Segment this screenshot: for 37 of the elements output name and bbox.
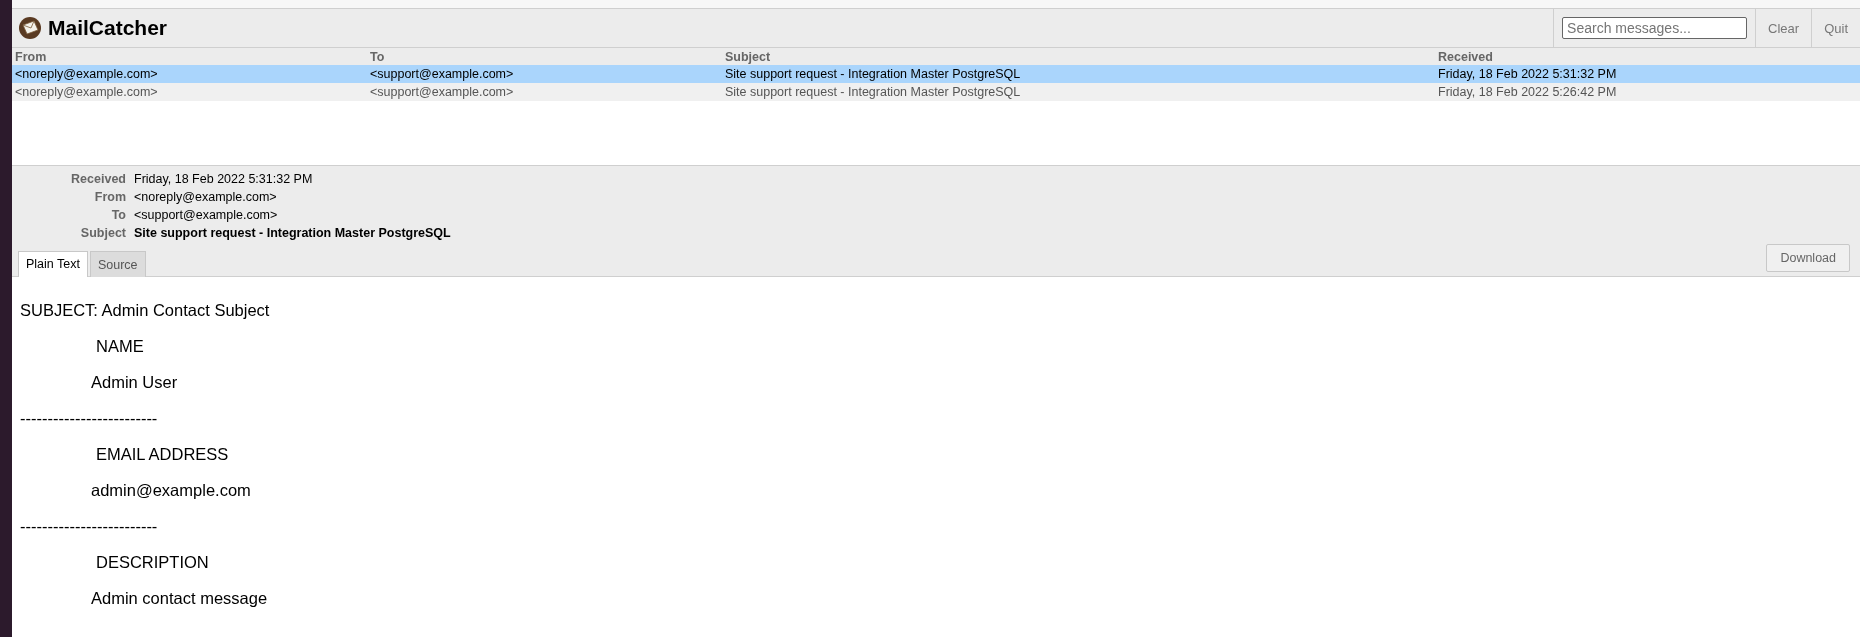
column-header[interactable]: To: [367, 49, 722, 64]
table-cell-text: Friday, 18 Feb 2022 5:26:42 PM: [1437, 85, 1617, 99]
download-button[interactable]: Download: [1766, 244, 1850, 272]
message-text: EMAIL ADDRESS: [96, 445, 229, 463]
table-cell-text: Site support request - Integration Master PostgreSQL: [724, 85, 1022, 99]
field-value: Friday, 18 Feb 2022 5:31:32 PM: [134, 172, 314, 186]
column-header[interactable]: Received: [1435, 49, 1493, 64]
message-text: Admin contact message: [91, 589, 268, 607]
envelope-logo-icon: [18, 16, 42, 40]
field-label: Subject: [79, 226, 126, 240]
tab[interactable]: Source: [89, 251, 146, 277]
tab[interactable]: Plain Text: [18, 251, 88, 277]
field-value: <support@example.com>: [134, 208, 279, 222]
message-text: DESCRIPTION: [96, 553, 209, 571]
table-cell-text: <noreply@example.com>: [14, 85, 159, 99]
message-text: NAME: [96, 337, 144, 355]
app-title: MailCatcher: [48, 16, 168, 40]
field-value: Site support request - Integration Master PostgreSQL: [134, 226, 452, 240]
table-cell-text: <support@example.com>: [369, 67, 515, 81]
message-row[interactable]: <noreply@example.com> <support@example.com> Site support request - Integration Master PostgreSQL Friday, 18 Feb 2022 5:26:42 PM: [12, 83, 1860, 101]
column-header[interactable]: From: [12, 49, 367, 64]
field-label: From: [93, 190, 126, 204]
field-label: Received: [70, 172, 126, 186]
message-row[interactable]: <noreply@example.com> <support@example.com> Site support request - Integration Master PostgreSQL Friday, 18 Feb 2022 5:31:32 PM: [12, 65, 1860, 83]
message-text: -------------------------: [20, 409, 158, 427]
table-cell-text: Site support request - Integration Master PostgreSQL: [724, 67, 1022, 81]
column-header[interactable]: Subject: [722, 49, 1435, 64]
field-label: To: [110, 208, 126, 222]
message-text: -------------------------: [20, 517, 158, 535]
message-text: admin@example.com: [91, 481, 251, 499]
table-cell-text: <noreply@example.com>: [14, 67, 159, 81]
message-text: Admin User: [91, 373, 178, 391]
message-text: SUBJECT: Admin Contact Subject: [20, 301, 270, 319]
field-value: <noreply@example.com>: [134, 190, 278, 204]
table-cell-text: Friday, 18 Feb 2022 5:31:32 PM: [1437, 67, 1617, 81]
table-cell-text: <support@example.com>: [369, 85, 515, 99]
search-field[interactable]: Search messages...: [1562, 17, 1748, 39]
